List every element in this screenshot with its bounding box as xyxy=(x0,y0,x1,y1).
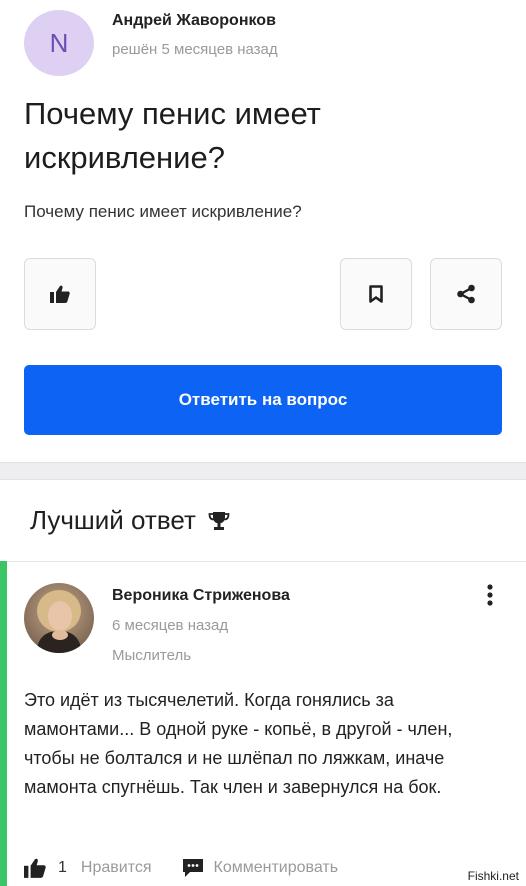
answerer-name[interactable]: Вероника Стриженова xyxy=(112,587,290,605)
share-button[interactable] xyxy=(430,258,502,330)
comment-icon[interactable] xyxy=(182,858,204,878)
like-button[interactable] xyxy=(24,258,96,330)
share-icon xyxy=(457,284,475,304)
answer-text: Это идёт из тысячелетий. Когда гонялись … xyxy=(24,690,453,797)
question-card: N Андрей Жаворонков решён 5 месяцев наза… xyxy=(0,0,526,462)
best-answer-highlight xyxy=(0,561,7,886)
trophy-icon xyxy=(208,511,230,530)
avatar-photo-image xyxy=(24,583,94,653)
more-options-icon[interactable] xyxy=(480,580,500,610)
answer-question-button[interactable]: Ответить на вопрос xyxy=(24,365,502,435)
question-title: Почему пенис имеет искривление? xyxy=(24,96,321,175)
thumbs-up-icon xyxy=(50,285,70,303)
answer-date: 6 месяцев назад xyxy=(112,617,229,634)
like-link[interactable]: Нравится xyxy=(81,859,152,877)
best-answer-heading: Лучший ответ xyxy=(30,505,230,536)
like-count: 1 xyxy=(58,859,67,876)
author-name[interactable]: Андрей Жаворонков xyxy=(112,12,276,30)
best-answer-title: Лучший ответ xyxy=(30,505,196,535)
question-status: решён 5 месяцев назад xyxy=(112,41,278,58)
comment-link[interactable]: Комментировать xyxy=(214,859,339,877)
answerer-avatar[interactable] xyxy=(24,583,94,653)
answer-actions: 1 Нравится Комментировать xyxy=(24,855,338,881)
question-body: Почему пенис имеет искривление? xyxy=(24,202,302,221)
bookmark-button[interactable] xyxy=(340,258,412,330)
site-watermark: Fishki.net xyxy=(464,868,522,884)
section-divider xyxy=(0,462,526,480)
thumbs-up-icon[interactable] xyxy=(24,858,46,878)
author-avatar[interactable]: N xyxy=(24,10,94,76)
answerer-rank: Мыслитель xyxy=(112,647,192,664)
bookmark-icon xyxy=(369,285,383,303)
